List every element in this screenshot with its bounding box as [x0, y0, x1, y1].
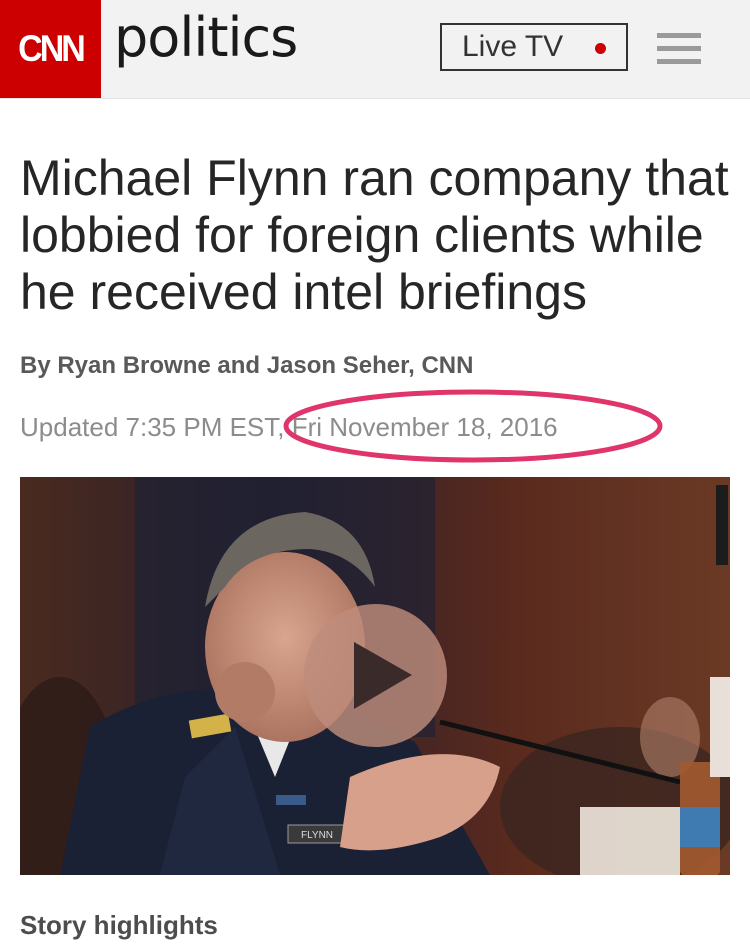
- play-button[interactable]: [304, 604, 447, 747]
- cnn-logo[interactable]: CNN: [0, 0, 101, 98]
- menu-bar-top: [657, 33, 701, 38]
- live-tv-label: Live TV: [462, 30, 564, 63]
- site-header: CNN politics Live TV: [0, 0, 750, 99]
- story-highlights-heading: Story highlights: [20, 910, 218, 940]
- red-circle-annotation: [283, 389, 663, 463]
- article-headline: Michael Flynn ran company that lobbied f…: [20, 150, 729, 320]
- video-thumbnail[interactable]: FLYNN: [20, 477, 730, 875]
- live-indicator-icon: [595, 43, 606, 54]
- live-tv-button[interactable]: Live TV: [440, 23, 628, 71]
- hamburger-menu-icon[interactable]: [657, 33, 701, 65]
- photo-credit-strip: [716, 485, 728, 565]
- cnn-logo-text: CNN: [18, 27, 86, 70]
- name-plate-text: FLYNN: [301, 830, 333, 841]
- section-title[interactable]: politics: [114, 6, 298, 69]
- menu-bar-middle: [657, 46, 701, 51]
- play-icon: [354, 642, 412, 709]
- menu-bar-bottom: [657, 59, 701, 64]
- article-byline[interactable]: By Ryan Browne and Jason Seher, CNN: [20, 352, 473, 380]
